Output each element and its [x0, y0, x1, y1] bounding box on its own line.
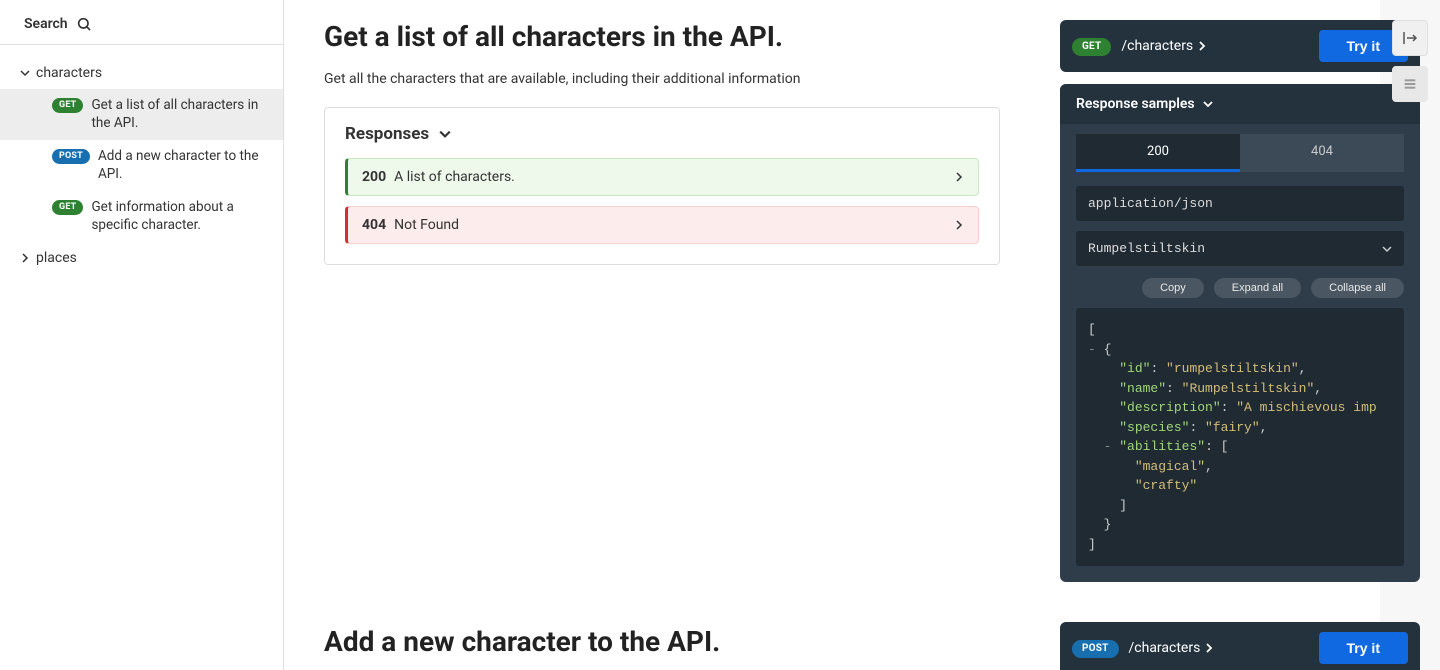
response-samples-card: Response samples 200 404 application/jso… — [1060, 84, 1420, 582]
expand-icon — [1401, 29, 1419, 47]
chevron-down-icon — [1382, 244, 1392, 254]
responses-header-label: Responses — [345, 124, 429, 144]
expand-panel-button[interactable] — [1392, 20, 1428, 56]
response-code: 200 — [362, 169, 386, 185]
try-it-button[interactable]: Try it — [1319, 632, 1408, 664]
nav-group-characters: characters GET Get a list of all charact… — [0, 57, 283, 242]
method-badge: POST — [1072, 640, 1119, 658]
copy-button[interactable]: Copy — [1142, 278, 1204, 298]
response-200[interactable]: 200 A list of characters. — [345, 158, 979, 196]
icon-rail — [1392, 20, 1428, 102]
collapse-all-button[interactable]: Collapse all — [1311, 278, 1404, 298]
page-description: Get all the characters that are availabl… — [324, 71, 1000, 87]
responses-toggle[interactable]: Responses — [345, 124, 979, 144]
search-input[interactable]: Search — [0, 16, 283, 45]
endpoint-path: /characters — [1129, 640, 1215, 656]
sidebar: Search characters GET Get a list of all … — [0, 0, 284, 670]
method-badge: GET — [1072, 38, 1111, 56]
chevron-down-icon — [1203, 99, 1213, 109]
chevron-right-icon — [954, 172, 964, 182]
layout-icon — [1402, 76, 1418, 92]
nav-group-toggle-places[interactable]: places — [0, 242, 283, 274]
endpoint-bar-get[interactable]: GET /characters Try it — [1060, 20, 1420, 72]
endpoint-bar-post[interactable]: POST /characters Try it — [1060, 622, 1420, 670]
example-selector[interactable]: Rumpelstiltskin — [1076, 231, 1404, 266]
method-badge: POST — [52, 149, 90, 164]
response-text: A list of characters. — [394, 169, 515, 185]
responses-card: Responses 200 A list of characters. 404 … — [324, 107, 1000, 265]
response-code: 404 — [362, 217, 386, 233]
sidebar-item-label: Get a list of all characters in the API. — [91, 97, 271, 132]
code-actions: Copy Expand all Collapse all — [1060, 266, 1420, 298]
expand-all-button[interactable]: Expand all — [1214, 278, 1301, 298]
samples-panel: GET /characters Try it Response samples … — [1040, 0, 1440, 670]
chevron-right-icon — [1204, 643, 1214, 653]
search-icon — [76, 16, 92, 32]
endpoint-path: /characters — [1121, 38, 1207, 54]
nav-group-places: places — [0, 242, 283, 274]
response-text: Not Found — [394, 217, 459, 233]
chevron-right-icon — [954, 220, 964, 230]
main-content: Get a list of all characters in the API.… — [284, 0, 1040, 670]
sidebar-item-get-character[interactable]: GET Get information about a specific cha… — [0, 191, 283, 242]
chevron-right-icon — [1197, 41, 1207, 51]
tab-200[interactable]: 200 — [1076, 134, 1240, 172]
search-label: Search — [24, 16, 68, 32]
response-samples-toggle[interactable]: Response samples — [1060, 84, 1420, 124]
section-title-add-character: Add a new character to the API. — [324, 625, 1000, 658]
sidebar-item-list-characters[interactable]: GET Get a list of all characters in the … — [0, 89, 283, 140]
chevron-right-icon — [20, 253, 30, 263]
tab-404[interactable]: 404 — [1240, 134, 1404, 172]
sidebar-item-add-character[interactable]: POST Add a new character to the API. — [0, 140, 283, 191]
nav-group-toggle-characters[interactable]: characters — [0, 57, 283, 89]
chevron-down-icon — [20, 68, 30, 78]
method-badge: GET — [52, 200, 83, 215]
response-404[interactable]: 404 Not Found — [345, 206, 979, 244]
example-name: Rumpelstiltskin — [1088, 241, 1205, 256]
nav-group-label: places — [36, 250, 77, 266]
nav-group-label: characters — [36, 65, 102, 81]
mime-type: application/json — [1076, 186, 1404, 221]
chevron-down-icon — [439, 128, 451, 140]
sidebar-item-label: Add a new character to the API. — [98, 148, 271, 183]
response-json[interactable]: [ - { "id": "rumpelstiltskin", "name": "… — [1076, 308, 1404, 566]
samples-tabs: 200 404 — [1060, 124, 1420, 172]
response-samples-label: Response samples — [1076, 96, 1195, 112]
page-title: Get a list of all characters in the API. — [324, 20, 1000, 53]
sidebar-item-label: Get information about a specific charact… — [91, 199, 271, 234]
method-badge: GET — [52, 98, 83, 113]
layout-button[interactable] — [1392, 66, 1428, 102]
